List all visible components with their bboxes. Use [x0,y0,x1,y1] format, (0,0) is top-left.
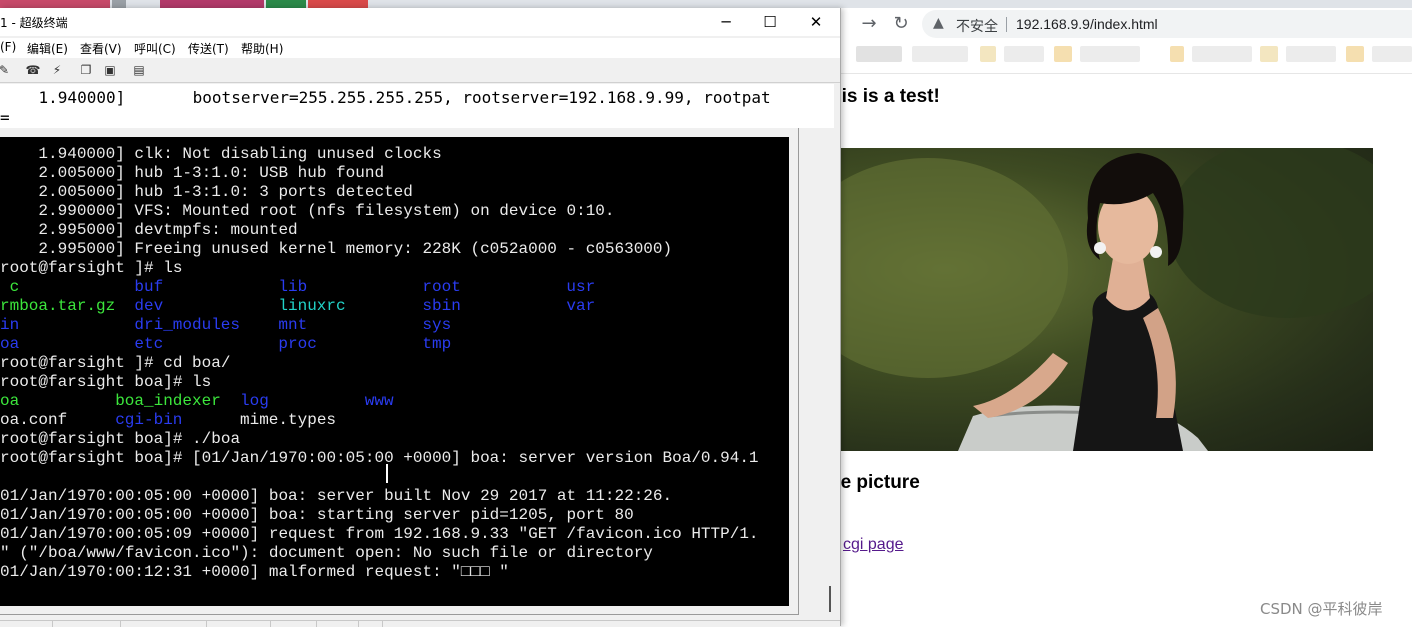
listing-entry: sys [422,316,452,334]
section-heading: ee picture [830,472,920,493]
listing-entry: root [422,278,461,296]
terminal-text: 01/Jan/1970:00:05:00 +0000] boa: startin… [0,506,634,524]
bookmark-item[interactable] [1054,46,1072,62]
address-bar[interactable]: ▲ 不安全 192.168.9.9/index.html [922,10,1412,38]
address-separator [1006,17,1007,32]
listing-entry: rmboa.tar.gz [0,297,116,315]
scrollback-line: 1.940000] bootserver=255.255.255.255, ro… [0,88,771,107]
terminal-text: 1.940000] clk: Not disabling unused cloc… [0,145,442,163]
listing-entry: oa [0,335,20,353]
bookmark-item[interactable] [912,46,968,62]
send-icon[interactable]: ❐ [78,62,94,78]
reload-icon[interactable]: ↻ [889,12,913,36]
toolbar: ✎ ☎ ⚡ ❐ ▣ ▤ [0,60,840,83]
menu-call[interactable]: 呼叫(C) [134,40,176,57]
listing-entry: mnt [278,316,308,334]
menu-edit[interactable]: 编辑(E) [27,40,68,57]
listing-entry: proc [278,335,317,353]
url-text[interactable]: 192.168.9.9/index.html [1016,16,1158,32]
bookmark-item[interactable] [1346,46,1364,62]
listing-entry: dri_modules [134,316,241,334]
listing-entry: boa_indexer [115,392,221,410]
terminal-text: 01/Jan/1970:00:05:00 +0000] boa: server … [0,487,673,505]
listing-entry: var [566,297,596,315]
listing-entry: www [364,392,394,410]
terminal-text: 2.005000] hub 1-3:1.0: 3 ports detected [0,183,413,201]
insecure-label: 不安全 [956,19,998,35]
listing-entry: log [240,392,269,410]
terminal-text: mime.types [240,411,337,429]
properties-icon[interactable]: ▤ [131,62,147,78]
terminal-text: 01/Jan/1970:00:12:31 +0000] malformed re… [0,563,509,581]
bookmark-item[interactable] [980,46,996,62]
listing-entry: cgi-bin [115,411,183,429]
terminal-text: " ("/boa/www/favicon.ico"): document ope… [0,544,653,562]
bookmark-item[interactable] [1286,46,1336,62]
terminal-text: root@farsight ]# cd boa/ [0,354,231,372]
phone-icon[interactable]: ☎ [25,62,41,78]
title-bar[interactable]: 1 - 超级终端 ─ ☐ ✕ [0,8,840,36]
bookmark-item[interactable] [1080,46,1140,62]
listing-entry: buf [134,278,164,296]
bookmark-item[interactable] [1260,46,1278,62]
maximize-button[interactable]: ☐ [748,10,792,34]
cgi-page-link[interactable]: cgi page [843,536,904,554]
close-button[interactable]: ✕ [794,10,838,34]
terminal-text: 2.005000] hub 1-3:1.0: USB hub found [0,164,385,182]
bookmarks-bar [840,44,1412,66]
terminal-text: root@farsight boa]# ./boa [0,430,241,448]
menu-view[interactable]: 查看(V) [80,40,122,57]
listing-entry: oa [0,392,20,410]
page-photo [838,148,1373,451]
listing-entry: sbin [422,297,461,315]
terminal-text: root@farsight ]# ls [0,259,183,277]
menu-transfer[interactable]: 传送(T) [188,40,229,57]
taskbar-thumbnails [0,0,370,8]
terminal-text: 2.995000] Freeing unused kernel memory: … [0,240,673,258]
terminal-text: root@farsight boa]# [01/Jan/1970:00:05:0… [0,449,759,467]
listing-entry: lib [278,278,308,296]
bookmark-item[interactable] [1372,46,1412,62]
forward-arrow-icon[interactable]: → [857,12,881,36]
terminal-text: oa.conf [0,411,68,429]
watermark: CSDN @平科彼岸 [1260,600,1383,618]
listing-entry: usr [566,278,596,296]
listing-entry: dev [134,297,164,315]
warning-triangle-icon: ▲ [933,15,944,31]
bookmark-item[interactable] [856,46,902,62]
terminal-text: root@farsight boa]# ls [0,373,212,391]
terminal-screen[interactable]: 1.940000] clk: Not disabling unused cloc… [0,137,789,606]
open-icon[interactable]: ✎ [0,62,12,78]
listing-entry: tmp [422,335,452,353]
terminal-text: 2.995000] devtmpfs: mounted [0,221,298,239]
menu-file[interactable]: (F) [0,40,16,54]
bookmark-item[interactable] [1170,46,1184,62]
listing-entry: in [0,316,20,334]
listing-entry: etc [134,335,164,353]
bookmark-item[interactable] [1004,46,1044,62]
toolbar-divider [840,73,1412,74]
terminal-text: 2.990000] VFS: Mounted root (nfs filesys… [0,202,615,220]
scrollbar-thumb[interactable] [829,586,831,612]
receive-icon[interactable]: ▣ [102,62,118,78]
vertical-scrollbar[interactable] [818,128,834,614]
scrollback-area[interactable]: 1.940000] bootserver=255.255.255.255, ro… [0,84,834,128]
terminal-frame: 1.940000] clk: Not disabling unused cloc… [0,128,799,615]
terminal-window: 1 - 超级终端 ─ ☐ ✕ (F) 编辑(E) 查看(V) 呼叫(C) 传送(… [0,8,841,627]
scrollback-line: = [0,108,10,127]
page-heading: his is a test! [830,86,940,107]
window-title: 1 - 超级终端 [0,16,68,30]
text-cursor [386,464,388,483]
minimize-button[interactable]: ─ [704,10,748,34]
bookmark-item[interactable] [1192,46,1252,62]
listing-entry: linuxrc [278,297,346,315]
listing-entry: c [0,278,20,296]
menu-bar: (F) 编辑(E) 查看(V) 呼叫(C) 传送(T) 帮助(H) [0,38,840,58]
menu-help[interactable]: 帮助(H) [241,40,283,57]
disconnect-icon[interactable]: ⚡ [49,62,65,78]
terminal-text: 01/Jan/1970:00:05:09 +0000] request from… [0,525,759,543]
